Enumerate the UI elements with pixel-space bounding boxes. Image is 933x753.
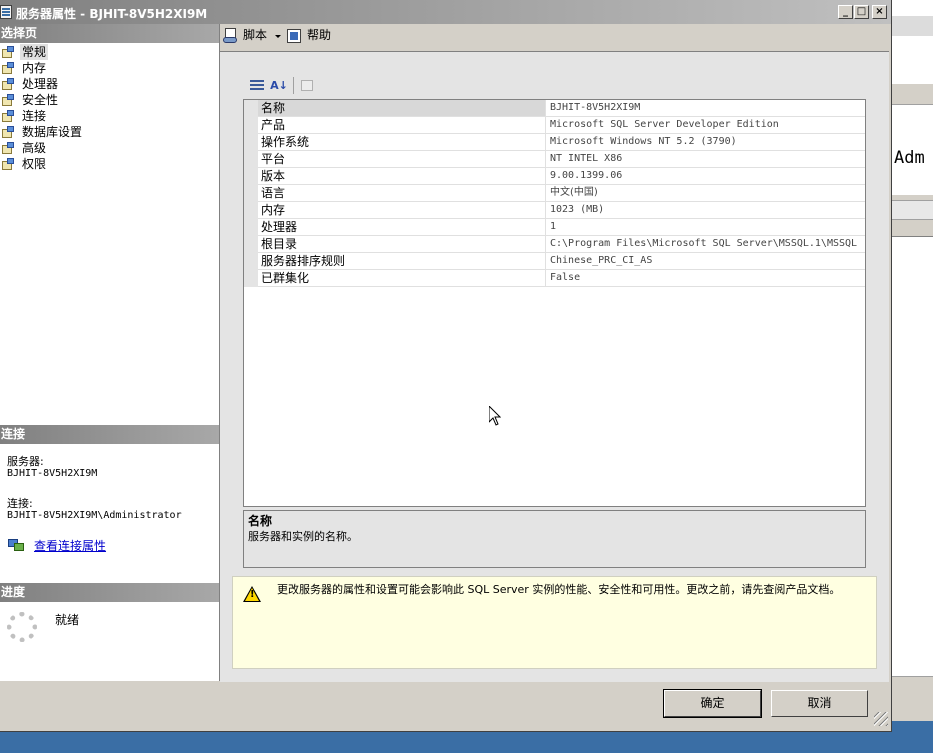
property-description-panel: 名称 服务器和实例的名称。 xyxy=(243,510,866,568)
minimize-button[interactable]: _ xyxy=(838,5,853,19)
background-window-text: Adm xyxy=(894,148,925,168)
property-row[interactable]: 根目录 C:\Program Files\Microsoft SQL Serve… xyxy=(244,236,865,253)
page-icon xyxy=(2,126,15,138)
page-item-label: 内存 xyxy=(22,61,47,75)
server-value: BJHIT-8V5H2XI9M xyxy=(7,468,98,479)
property-value: 9.00.1399.06 xyxy=(550,170,623,181)
property-name: 已群集化 xyxy=(258,270,546,286)
page-icon xyxy=(2,78,15,90)
property-row[interactable]: 平台 NT INTEL X86 xyxy=(244,151,865,168)
toolbar-separator xyxy=(293,77,294,94)
page-item-label: 常规 xyxy=(20,44,49,60)
select-page-header: 选择页 xyxy=(0,24,219,43)
description-text: 服务器和实例的名称。 xyxy=(248,530,358,543)
connection-header: 连接 xyxy=(0,425,219,444)
resize-grip-icon[interactable] xyxy=(874,712,888,726)
page-item-label: 连接 xyxy=(22,109,47,123)
page-icon xyxy=(2,142,15,154)
left-pane: 选择页 常规 内存 处理器 安全性 连接 数据库设置 高级 权限 连接 服务器:… xyxy=(0,24,220,681)
progress-spinner-icon xyxy=(7,612,37,642)
property-name: 操作系统 xyxy=(258,134,546,150)
property-name: 根目录 xyxy=(258,236,546,252)
alphabetical-sort-icon[interactable]: A↓ xyxy=(270,77,288,95)
property-row[interactable]: 内存 1023 (MB) xyxy=(244,202,865,219)
cancel-button[interactable]: 取消 xyxy=(771,690,868,717)
categorized-sort-icon[interactable] xyxy=(248,77,266,95)
property-value: 1 xyxy=(550,221,557,232)
page-icon xyxy=(2,62,15,74)
window-title: 服务器属性 - BJHIT-8V5H2XI9M xyxy=(16,7,208,21)
property-name: 平台 xyxy=(258,151,546,167)
property-row[interactable]: 语言 中文(中国) xyxy=(244,185,865,202)
script-icon[interactable] xyxy=(223,28,239,44)
property-value: False xyxy=(550,272,581,283)
property-row[interactable]: 处理器 1 xyxy=(244,219,865,236)
progress-status: 就绪 xyxy=(55,613,80,627)
property-pages-icon[interactable] xyxy=(298,77,316,95)
property-value: 1023 (MB) xyxy=(550,204,605,215)
page-icon xyxy=(2,110,15,122)
property-name: 内存 xyxy=(258,202,546,218)
help-button[interactable]: 帮助 xyxy=(307,27,331,43)
property-name: 版本 xyxy=(258,168,546,184)
background-window: Adm xyxy=(890,0,933,721)
property-value: 中文(中国) xyxy=(550,187,598,198)
help-icon[interactable] xyxy=(287,28,303,44)
warning-text: 更改服务器的属性和设置可能会影响此 SQL Server 实例的性能、安全性和可… xyxy=(277,583,841,596)
page-item-label: 处理器 xyxy=(22,77,59,91)
property-row[interactable]: 服务器排序规则 Chinese_PRC_CI_AS xyxy=(244,253,865,270)
property-value: NT INTEL X86 xyxy=(550,153,623,164)
property-value: Chinese_PRC_CI_AS xyxy=(550,255,653,266)
page-item-label: 数据库设置 xyxy=(22,125,83,139)
property-name: 语言 xyxy=(258,185,546,201)
property-name: 名称 xyxy=(258,100,546,116)
property-grid[interactable]: 名称 BJHIT-8V5H2XI9M 产品 Microsoft SQL Serv… xyxy=(243,99,866,507)
property-row[interactable]: 操作系统 Microsoft Windows NT 5.2 (3790) xyxy=(244,134,865,151)
property-value: C:\Program Files\Microsoft SQL Server\MS… xyxy=(550,238,858,249)
property-name: 处理器 xyxy=(258,219,546,235)
property-name: 产品 xyxy=(258,117,546,133)
page-icon xyxy=(2,158,15,170)
ok-button[interactable]: 确定 xyxy=(663,689,762,718)
page-icon xyxy=(2,46,15,58)
property-row[interactable]: 名称 BJHIT-8V5H2XI9M xyxy=(244,100,865,117)
script-dropdown-arrow-icon[interactable] xyxy=(275,35,281,38)
property-row[interactable]: 产品 Microsoft SQL Server Developer Editio… xyxy=(244,117,865,134)
warning-icon xyxy=(243,586,261,602)
property-row[interactable]: 版本 9.00.1399.06 xyxy=(244,168,865,185)
page-icon xyxy=(2,94,15,106)
title-bar[interactable]: 服务器属性 - BJHIT-8V5H2XI9M _ □ × xyxy=(0,0,891,24)
property-value: BJHIT-8V5H2XI9M xyxy=(550,102,641,113)
property-value: Microsoft SQL Server Developer Edition xyxy=(550,119,779,130)
page-item-label: 权限 xyxy=(22,157,47,171)
description-title: 名称 xyxy=(248,514,273,528)
progress-header: 进度 xyxy=(0,583,219,602)
page-item-label: 安全性 xyxy=(22,93,59,107)
connection-properties-icon[interactable] xyxy=(8,537,24,551)
property-row[interactable]: 已群集化 False xyxy=(244,270,865,287)
window-icon[interactable] xyxy=(0,5,12,19)
server-properties-dialog: 服务器属性 - BJHIT-8V5H2XI9M _ □ × 选择页 常规 内存 … xyxy=(0,0,892,732)
maximize-button[interactable]: □ xyxy=(854,5,869,19)
script-button[interactable]: 脚本 xyxy=(243,27,267,43)
warning-panel: 更改服务器的属性和设置可能会影响此 SQL Server 实例的性能、安全性和可… xyxy=(232,576,877,669)
connection-value: BJHIT-8V5H2XI9M\Administrator xyxy=(7,510,182,521)
property-value: Microsoft Windows NT 5.2 (3790) xyxy=(550,136,737,147)
view-connection-properties-link[interactable]: 查看连接属性 xyxy=(34,537,106,554)
property-name: 服务器排序规则 xyxy=(258,253,546,269)
close-button[interactable]: × xyxy=(872,5,887,19)
page-item-label: 高级 xyxy=(22,141,47,155)
